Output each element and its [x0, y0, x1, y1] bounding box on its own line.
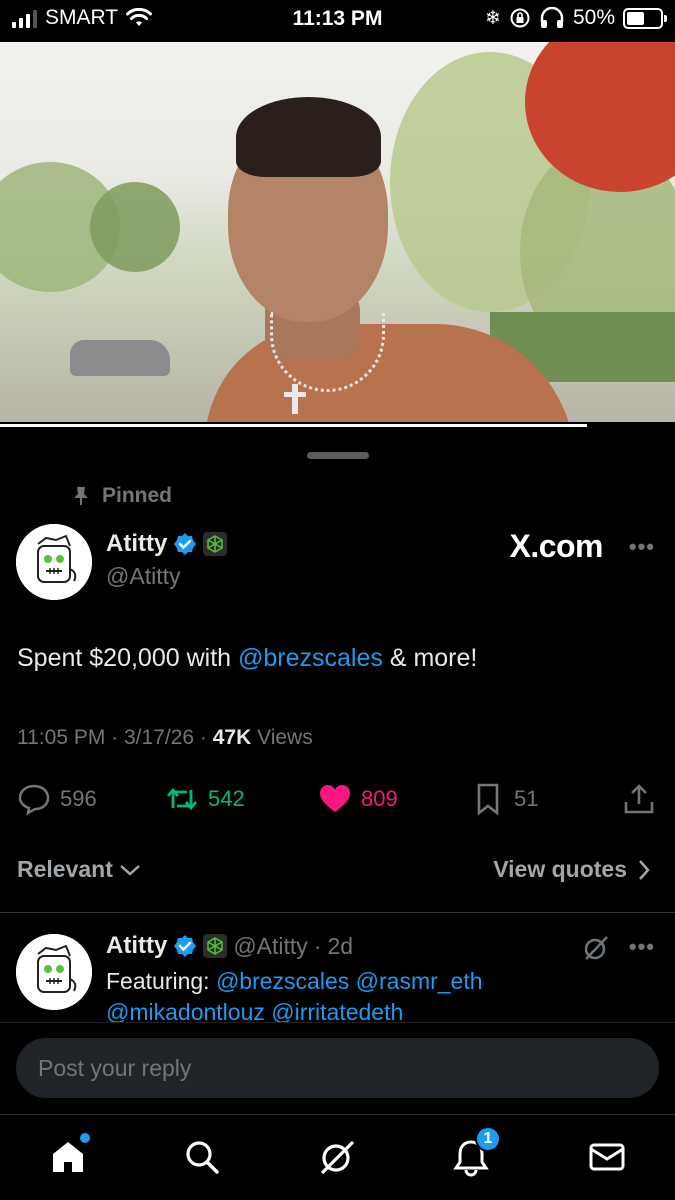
- reply-count: 596: [60, 786, 97, 811]
- views-label: Views: [251, 726, 313, 749]
- repost-button[interactable]: 542: [165, 782, 245, 816]
- tweet-text: Spent $20,000 with @brezscales & more!: [17, 644, 478, 672]
- chevron-down-icon: [120, 864, 140, 876]
- mention-link[interactable]: @rasmr_eth: [356, 968, 483, 994]
- reply-input[interactable]: [16, 1038, 659, 1098]
- repost-icon: [166, 787, 198, 811]
- search-icon: [186, 1141, 219, 1174]
- reply-avatar[interactable]: [16, 934, 92, 1010]
- share-button[interactable]: [622, 782, 656, 816]
- timestamp: 11:05 PM · 3/17/26 ·: [17, 726, 213, 749]
- author-name[interactable]: Atitty: [106, 530, 167, 558]
- bookmark-count: 51: [514, 786, 539, 811]
- pinned-label: Pinned: [72, 484, 172, 508]
- orientation-lock-icon: [510, 8, 530, 28]
- heart-icon: [320, 785, 350, 812]
- mention-link[interactable]: @brezscales: [216, 968, 349, 994]
- video-player[interactable]: [0, 42, 675, 422]
- pin-icon: [74, 487, 88, 505]
- home-icon: [53, 1142, 83, 1172]
- affiliate-badge-icon: [203, 532, 228, 556]
- nav-search[interactable]: [180, 1135, 224, 1179]
- battery-percent: 50%: [572, 6, 615, 29]
- view-quotes-link[interactable]: View quotes: [493, 856, 651, 883]
- reply-author-name[interactable]: Atitty: [106, 932, 167, 960]
- video-progress-bar[interactable]: [0, 424, 588, 427]
- reply-text: Featuring: @brezscales @rasmr_eth @mikad…: [106, 968, 483, 1025]
- headphones-icon: [540, 7, 564, 28]
- new-posts-dot: [80, 1133, 90, 1143]
- notification-badge: 1: [475, 1126, 501, 1152]
- status-bar: SMART 11:13 PM ❄ 50%: [0, 0, 675, 40]
- like-button[interactable]: 809: [318, 782, 398, 816]
- reply-more-options-icon[interactable]: •••: [629, 934, 655, 960]
- reply-separator: ·: [313, 932, 322, 959]
- grok-icon[interactable]: [582, 934, 610, 962]
- reply-age: 2d: [327, 932, 354, 959]
- author-handle[interactable]: @Atitty: [106, 563, 180, 590]
- avatar[interactable]: [16, 524, 92, 600]
- like-count: 809: [361, 786, 398, 811]
- nav-home[interactable]: [46, 1133, 90, 1179]
- repost-count: 542: [208, 786, 245, 811]
- reply-icon: [18, 784, 50, 816]
- reply-author-handle[interactable]: @Atitty: [233, 933, 307, 960]
- bookmark-icon: [477, 783, 499, 816]
- divider: [0, 912, 675, 913]
- source-label[interactable]: X.com: [509, 528, 603, 565]
- chevron-right-icon: [639, 859, 650, 880]
- snowflake-icon: ❄: [485, 7, 501, 29]
- more-options-icon[interactable]: •••: [629, 534, 655, 560]
- nav-notifications[interactable]: 1: [449, 1126, 501, 1179]
- nav-grok[interactable]: [315, 1135, 359, 1179]
- background-car: [70, 340, 170, 376]
- mention-link[interactable]: @brezscales: [238, 644, 383, 672]
- affiliate-badge-icon: [203, 934, 228, 958]
- grok-icon: [320, 1140, 355, 1175]
- reply-composer[interactable]: [16, 1038, 659, 1098]
- reply-author-row: Atitty @Atitty · 2d: [106, 932, 353, 960]
- drag-handle[interactable]: [307, 452, 369, 459]
- verified-badge-icon: [174, 935, 197, 957]
- reply-button[interactable]: 596: [17, 782, 97, 816]
- views-count: 47K: [212, 726, 252, 749]
- sort-dropdown[interactable]: Relevant: [17, 856, 141, 883]
- bottom-nav: 1: [0, 1114, 675, 1200]
- tweet-actions: 596 542 809 51: [0, 778, 675, 818]
- author-row: Atitty: [106, 530, 228, 558]
- share-icon: [624, 784, 654, 814]
- tweet-meta: 11:05 PM · 3/17/26 · 47K Views: [17, 726, 313, 750]
- nav-messages[interactable]: [585, 1135, 629, 1179]
- mail-icon: [589, 1143, 625, 1171]
- bookmark-button[interactable]: 51: [471, 782, 538, 816]
- battery-icon: [623, 7, 667, 29]
- verified-badge-icon: [174, 533, 197, 555]
